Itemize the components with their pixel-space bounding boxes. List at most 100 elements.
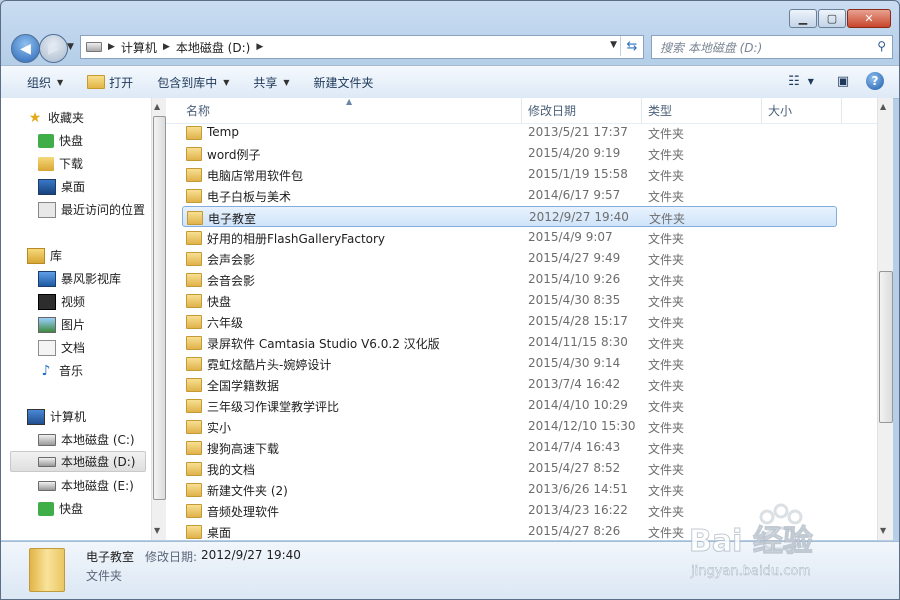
file-row[interactable]: word例子 2015/4/20 9:19 文件夹: [182, 143, 837, 164]
file-type: 文件夹: [648, 484, 685, 498]
nav-scrollbar-thumb[interactable]: [153, 116, 166, 500]
downloads-folder-icon: [38, 156, 54, 171]
recent-places-icon: [38, 201, 56, 218]
file-row[interactable]: 电子教室 2012/9/27 19:40 文件夹: [182, 206, 837, 227]
nav-item-recent-places[interactable]: 最近访问的位置: [38, 199, 145, 220]
nav-item-documents[interactable]: 文档: [38, 337, 85, 358]
file-row[interactable]: 实小 2014/12/10 15:30 文件夹: [182, 416, 837, 437]
open-button[interactable]: 打开: [75, 69, 145, 95]
column-type-label: 类型: [648, 104, 673, 118]
minimize-button[interactable]: ▁: [789, 9, 817, 28]
file-row[interactable]: 快盘 2015/4/30 8:35 文件夹: [182, 290, 837, 311]
organize-label: 组织: [27, 75, 52, 90]
search-box[interactable]: 搜索 本地磁盘 (D:) ⚲: [651, 35, 893, 59]
nav-item-label: 本地磁盘 (E:): [61, 479, 134, 493]
file-name: 电子教室: [208, 212, 257, 226]
file-row[interactable]: 录屏软件 Camtasia Studio V6.0.2 汉化版 2014/11/1…: [182, 332, 837, 353]
nav-favorites[interactable]: ★ 收藏夹: [27, 107, 84, 128]
nav-computer[interactable]: 计算机: [27, 406, 86, 427]
drive-icon: [38, 480, 56, 491]
file-modified-date: 2015/4/20 9:19: [528, 146, 621, 160]
scroll-up-icon[interactable]: ▲: [880, 102, 886, 111]
include-in-library-button[interactable]: 包含到库中 ▼: [145, 69, 241, 95]
folder-icon: [186, 399, 202, 413]
file-list-scrollbar[interactable]: ▲ ▼: [877, 98, 893, 540]
nav-item-desktop[interactable]: 桌面: [38, 176, 85, 197]
breadcrumb-separator-icon[interactable]: ▶: [108, 42, 115, 52]
nav-item-drive-d[interactable]: 本地磁盘 (D:): [10, 451, 146, 472]
file-row[interactable]: 三年级习作课堂教学评比 2014/4/10 10:29 文件夹: [182, 395, 837, 416]
search-icon[interactable]: ⚲: [877, 39, 886, 53]
file-type: 文件夹: [648, 295, 685, 309]
column-name[interactable]: 名称: [180, 98, 522, 123]
details-type: 文件夹: [86, 569, 123, 583]
nav-scrollbar[interactable]: ▲ ▼: [151, 98, 166, 540]
breadcrumb-separator-icon[interactable]: ▶: [163, 42, 170, 52]
help-button[interactable]: ?: [861, 69, 889, 93]
new-folder-button[interactable]: 新建文件夹: [302, 69, 386, 95]
file-modified-date: 2012/9/27 19:40: [529, 210, 629, 224]
file-type: 文件夹: [648, 274, 685, 288]
nav-item-videos[interactable]: 视频: [38, 291, 85, 312]
scroll-up-icon[interactable]: ▲: [154, 102, 160, 111]
file-row[interactable]: 好用的相册FlashGalleryFactory 2015/4/9 9:07 文件夹: [182, 227, 837, 248]
organize-button[interactable]: 组织 ▼: [15, 69, 75, 95]
nav-item-label: 暴风影视库: [61, 272, 122, 286]
nav-item-drive-c[interactable]: 本地磁盘 (C:): [38, 429, 135, 450]
file-row[interactable]: 音频处理软件 2013/4/23 16:22 文件夹: [182, 500, 837, 521]
file-modified-date: 2015/4/30 9:14: [528, 356, 621, 370]
folder-icon: [186, 273, 202, 287]
file-name: 会音会影: [207, 274, 256, 288]
preview-pane-button[interactable]: ▣: [829, 69, 857, 93]
file-row[interactable]: 全国学籍数据 2013/7/4 16:42 文件夹: [182, 374, 837, 395]
file-row[interactable]: 电脑店常用软件包 2015/1/19 15:58 文件夹: [182, 164, 837, 185]
maximize-button[interactable]: ▢: [818, 9, 846, 28]
nav-item-baofeng-library[interactable]: 暴风影视库: [38, 268, 121, 289]
nav-libraries[interactable]: 库: [27, 245, 62, 266]
share-button[interactable]: 共享 ▼: [241, 69, 301, 95]
back-button[interactable]: ◀: [11, 34, 40, 63]
file-row[interactable]: 桌面 2015/4/27 8:26 文件夹: [182, 521, 837, 542]
column-modified[interactable]: 修改日期: [522, 98, 642, 123]
file-type: 文件夹: [648, 316, 685, 330]
chevron-down-icon: ▼: [223, 77, 230, 87]
address-bar[interactable]: ▶ 计算机 ▶ 本地磁盘 (D:) ▶ ▼ ⇆: [80, 35, 644, 59]
file-row[interactable]: 新建文件夹 (2) 2013/6/26 14:51 文件夹: [182, 479, 837, 500]
address-dropdown-icon[interactable]: ▼: [610, 40, 617, 50]
file-row[interactable]: 搜狗高速下载 2014/7/4 16:43 文件夹: [182, 437, 837, 458]
nav-item-downloads[interactable]: 下载: [38, 153, 83, 174]
file-row[interactable]: Temp 2013/5/21 17:37 文件夹: [182, 122, 837, 143]
nav-item-kuaipan[interactable]: 快盘: [38, 130, 83, 151]
include-label: 包含到库中: [157, 75, 218, 90]
file-list-scrollbar-thumb[interactable]: [879, 271, 893, 423]
breadcrumb-separator-icon[interactable]: ▶: [256, 42, 263, 52]
nav-item-drive-e[interactable]: 本地磁盘 (E:): [38, 475, 134, 496]
file-row[interactable]: 六年级 2015/4/28 15:17 文件夹: [182, 311, 837, 332]
file-modified-date: 2015/4/30 8:35: [528, 293, 621, 307]
breadcrumb-computer[interactable]: 计算机: [121, 39, 157, 56]
file-row[interactable]: 会音会影 2015/4/10 9:26 文件夹: [182, 269, 837, 290]
file-row[interactable]: 我的文档 2015/4/27 8:52 文件夹: [182, 458, 837, 479]
file-row[interactable]: 霓虹炫酷片头-婉婷设计 2015/4/30 9:14 文件夹: [182, 353, 837, 374]
file-modified-date: 2015/4/28 15:17: [528, 314, 628, 328]
nav-item-pictures[interactable]: 图片: [38, 314, 85, 335]
nav-item-kuaipan-drive[interactable]: 快盘: [38, 498, 83, 519]
file-row[interactable]: 电子白板与美术 2014/6/17 9:57 文件夹: [182, 185, 837, 206]
file-modified-date: 2015/4/9 9:07: [528, 230, 613, 244]
scroll-down-icon[interactable]: ▼: [880, 526, 886, 535]
file-row[interactable]: 会声会影 2015/4/27 9:49 文件夹: [182, 248, 837, 269]
folder-icon: [186, 525, 202, 539]
close-button[interactable]: ✕: [847, 9, 891, 28]
forward-button[interactable]: ▶: [39, 34, 68, 63]
column-type[interactable]: 类型: [642, 98, 762, 123]
nav-item-music[interactable]: ♪ 音乐: [38, 360, 83, 381]
change-view-button[interactable]: ☷ ▼: [787, 69, 815, 93]
scroll-down-icon[interactable]: ▼: [154, 526, 160, 535]
file-name: 新建文件夹 (2): [207, 484, 288, 498]
refresh-button[interactable]: ⇆: [620, 36, 643, 56]
breadcrumb-drive-d[interactable]: 本地磁盘 (D:): [176, 39, 250, 56]
chevron-down-icon: ▼: [57, 77, 64, 87]
column-size[interactable]: 大小: [762, 98, 842, 123]
file-modified-date: 2015/4/27 9:49: [528, 251, 621, 265]
recent-pages-dropdown[interactable]: ▼: [67, 42, 74, 52]
